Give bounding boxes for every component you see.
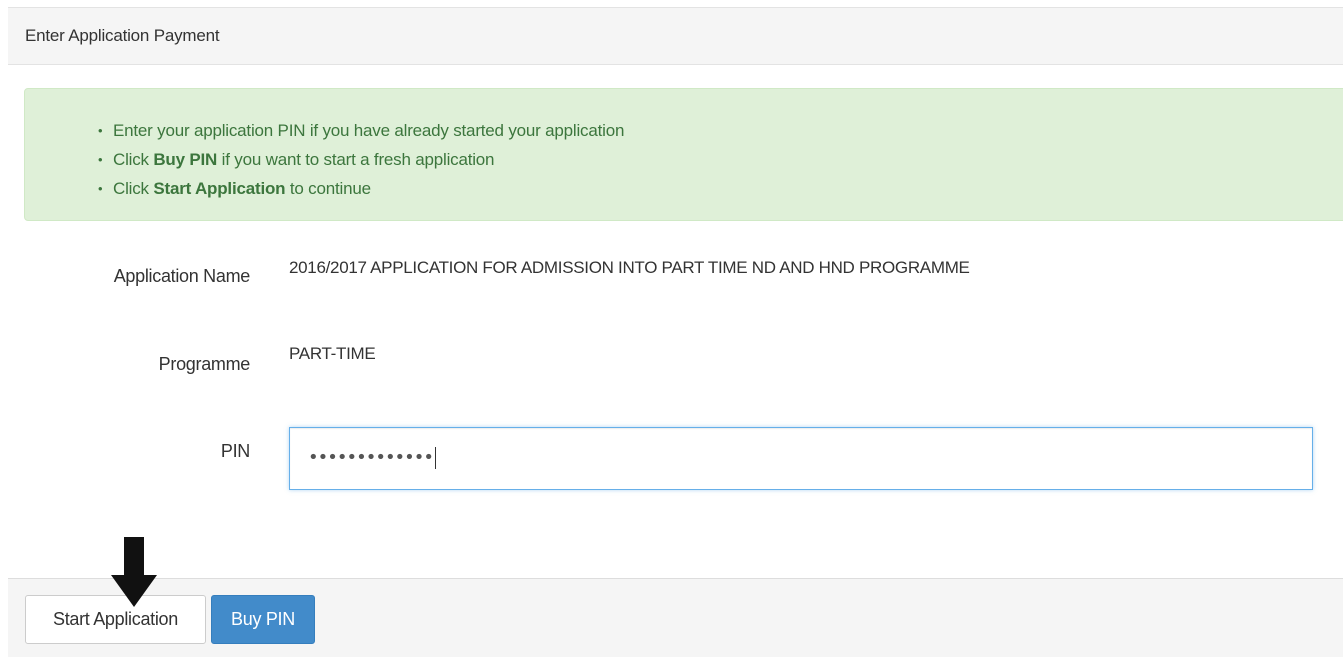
programme-label: Programme — [158, 354, 251, 374]
application-payment-page: Enter Application Payment • Enter your a… — [0, 0, 1343, 657]
pin-dots: ••••••••••••• — [308, 447, 434, 468]
buy-pin-button[interactable]: Buy PIN — [211, 595, 315, 644]
panel-footer — [8, 578, 1343, 657]
text-caret — [435, 447, 437, 469]
down-arrow-icon — [111, 537, 157, 607]
instruction-post: to continue — [285, 179, 371, 198]
pin-masked-value: ••••••••••••• — [308, 447, 437, 469]
pin-label: PIN — [220, 441, 250, 461]
application-name-value: 2016/2017 APPLICATION FOR ADMISSION INTO… — [289, 258, 970, 277]
pin-input[interactable]: ••••••••••••• — [289, 427, 1313, 490]
programme-value: PART-TIME — [289, 344, 376, 363]
application-name-label: Application Name — [113, 266, 251, 286]
instruction-post: if you want to start a fresh application — [217, 150, 495, 169]
